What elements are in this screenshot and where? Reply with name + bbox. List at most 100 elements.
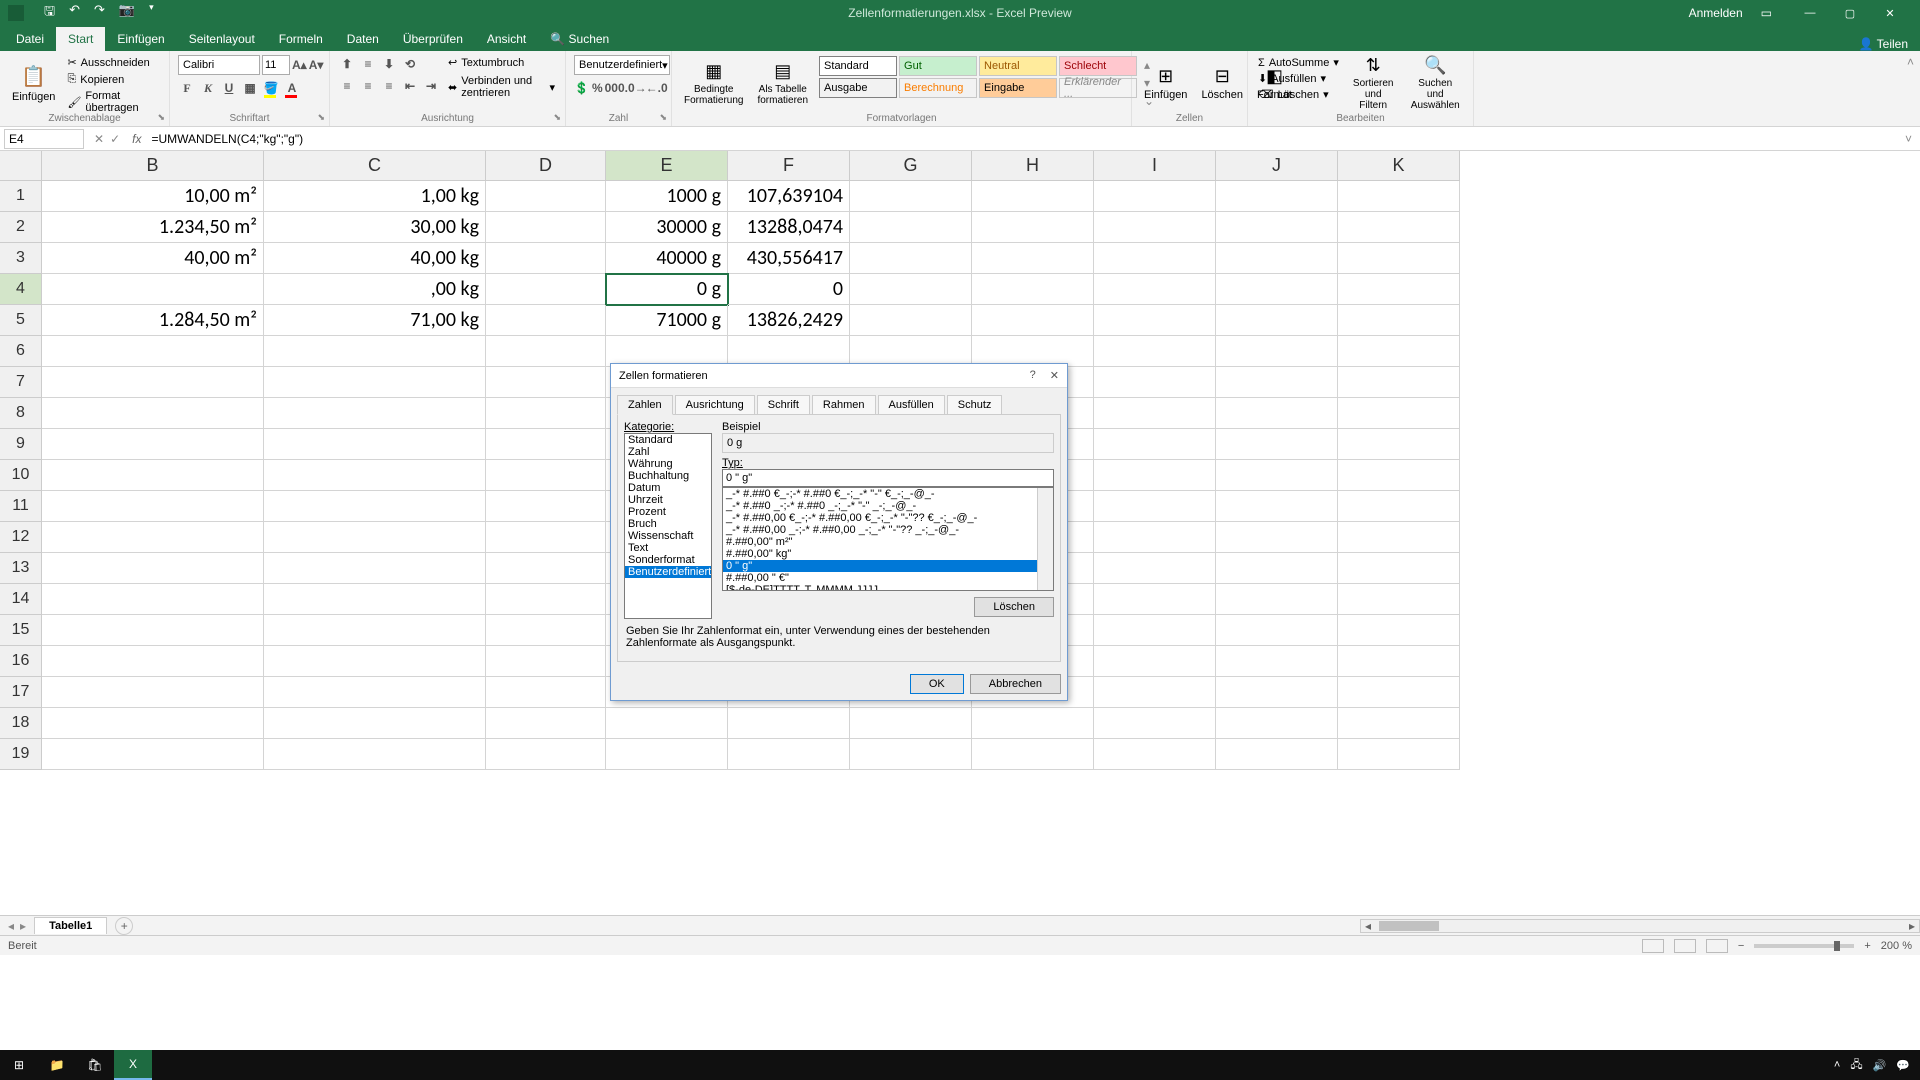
category-item[interactable]: Buchhaltung [625, 470, 711, 482]
view-normal-button[interactable] [1642, 939, 1664, 953]
type-item[interactable]: _-* #.##0 _-;-* #.##0 _-;_-* "-" _-;_-@_… [723, 500, 1053, 512]
copy-button[interactable]: ⎘Kopieren [65, 72, 161, 87]
cell-D18[interactable] [486, 708, 606, 739]
row-header-17[interactable]: 17 [0, 677, 42, 708]
ribbon-tab-seitenlayout[interactable]: Seitenlayout [177, 27, 267, 51]
row-header-13[interactable]: 13 [0, 553, 42, 584]
cell-G4[interactable] [850, 274, 972, 305]
dialog-tab-ausrichtung[interactable]: Ausrichtung [675, 395, 755, 415]
cell-K18[interactable] [1338, 708, 1460, 739]
cell-E4[interactable]: 0 g [606, 274, 728, 305]
cell-B6[interactable] [42, 336, 264, 367]
tray-notifications-icon[interactable]: 💬 [1896, 1059, 1910, 1072]
cell-J14[interactable] [1216, 584, 1338, 615]
cell-C2[interactable]: 30,00 kg [264, 212, 486, 243]
cell-B8[interactable] [42, 398, 264, 429]
cell-B1[interactable]: 10,00 m² [42, 181, 264, 212]
cell-J16[interactable] [1216, 646, 1338, 677]
qat-customize-icon[interactable]: ▾ [149, 2, 154, 24]
align-middle-button[interactable]: ≡ [359, 55, 377, 73]
cell-J12[interactable] [1216, 522, 1338, 553]
grow-font-button[interactable]: A▴ [292, 56, 307, 74]
cell-K3[interactable] [1338, 243, 1460, 274]
clear-button[interactable]: ⌫Löschen ▾ [1256, 87, 1341, 102]
zoom-slider[interactable] [1754, 944, 1854, 948]
cell-K8[interactable] [1338, 398, 1460, 429]
cell-D15[interactable] [486, 615, 606, 646]
cell-G18[interactable] [850, 708, 972, 739]
row-header-18[interactable]: 18 [0, 708, 42, 739]
qat-touch-icon[interactable]: 📷 [119, 2, 135, 24]
autosum-button[interactable]: ΣAutoSumme ▾ [1256, 55, 1341, 70]
cell-C3[interactable]: 40,00 kg [264, 243, 486, 274]
cell-B7[interactable] [42, 367, 264, 398]
cell-K6[interactable] [1338, 336, 1460, 367]
category-item[interactable]: Text [625, 542, 711, 554]
cell-C15[interactable] [264, 615, 486, 646]
cell-D8[interactable] [486, 398, 606, 429]
border-button[interactable]: ▦ [241, 79, 259, 97]
column-header-B[interactable]: B [42, 151, 264, 181]
horizontal-scrollbar[interactable]: ◂ ▸ [1360, 919, 1920, 933]
category-item[interactable]: Datum [625, 482, 711, 494]
font-size-select[interactable] [262, 55, 290, 75]
sheet-tab-1[interactable]: Tabelle1 [34, 917, 107, 934]
cell-F18[interactable] [728, 708, 850, 739]
italic-button[interactable]: K [199, 79, 217, 97]
ribbon-tab-formeln[interactable]: Formeln [267, 27, 335, 51]
cell-C8[interactable] [264, 398, 486, 429]
zoom-out-button[interactable]: − [1738, 940, 1744, 952]
cell-H4[interactable] [972, 274, 1094, 305]
cell-I19[interactable] [1094, 739, 1216, 770]
cell-D6[interactable] [486, 336, 606, 367]
font-color-button[interactable]: A [283, 79, 301, 97]
row-header-16[interactable]: 16 [0, 646, 42, 677]
cell-B14[interactable] [42, 584, 264, 615]
cell-H3[interactable] [972, 243, 1094, 274]
cell-E3[interactable]: 40000 g [606, 243, 728, 274]
row-header-2[interactable]: 2 [0, 212, 42, 243]
qat-redo-icon[interactable]: ↷ [94, 2, 105, 24]
cell-C19[interactable] [264, 739, 486, 770]
cell-J7[interactable] [1216, 367, 1338, 398]
cell-J9[interactable] [1216, 429, 1338, 460]
cell-I8[interactable] [1094, 398, 1216, 429]
category-item[interactable]: Benutzerdefiniert [625, 566, 711, 578]
type-item[interactable]: _-* #.##0,00 €_-;-* #.##0,00 €_-;_-* "-"… [723, 512, 1053, 524]
sort-filter-button[interactable]: ⇅Sortieren und Filtern [1347, 55, 1400, 111]
fill-color-button[interactable]: 🪣 [262, 79, 280, 97]
cell-H19[interactable] [972, 739, 1094, 770]
cell-K2[interactable] [1338, 212, 1460, 243]
cell-B16[interactable] [42, 646, 264, 677]
cell-J4[interactable] [1216, 274, 1338, 305]
share-button[interactable]: 👤 Teilen [1859, 37, 1908, 51]
style-neutral[interactable]: Neutral [979, 56, 1057, 76]
bold-button[interactable]: F [178, 79, 196, 97]
category-item[interactable]: Bruch [625, 518, 711, 530]
cell-D11[interactable] [486, 491, 606, 522]
column-header-K[interactable]: K [1338, 151, 1460, 181]
format-painter-button[interactable]: 🖌Format übertragen [65, 89, 161, 115]
taskbar-explorer[interactable]: 📁 [38, 1050, 76, 1080]
maximize-button[interactable]: ▢ [1830, 0, 1870, 26]
tray-up-icon[interactable]: ˄ [1834, 1059, 1840, 1071]
decrease-indent-button[interactable]: ⇤ [401, 77, 419, 95]
cell-C4[interactable]: ,00 kg [264, 274, 486, 305]
cell-J2[interactable] [1216, 212, 1338, 243]
cell-G19[interactable] [850, 739, 972, 770]
cell-I12[interactable] [1094, 522, 1216, 553]
align-top-button[interactable]: ⬆ [338, 55, 356, 73]
cell-D1[interactable] [486, 181, 606, 212]
alignment-dialog-launcher[interactable]: ⬊ [553, 112, 561, 123]
cell-D4[interactable] [486, 274, 606, 305]
formula-input[interactable] [147, 132, 1897, 146]
taskbar-excel[interactable]: X [114, 1050, 152, 1080]
row-header-10[interactable]: 10 [0, 460, 42, 491]
type-item[interactable]: #.##0,00" kg" [723, 548, 1053, 560]
column-header-I[interactable]: I [1094, 151, 1216, 181]
cell-E18[interactable] [606, 708, 728, 739]
cell-K9[interactable] [1338, 429, 1460, 460]
cell-B19[interactable] [42, 739, 264, 770]
column-header-H[interactable]: H [972, 151, 1094, 181]
cell-B13[interactable] [42, 553, 264, 584]
